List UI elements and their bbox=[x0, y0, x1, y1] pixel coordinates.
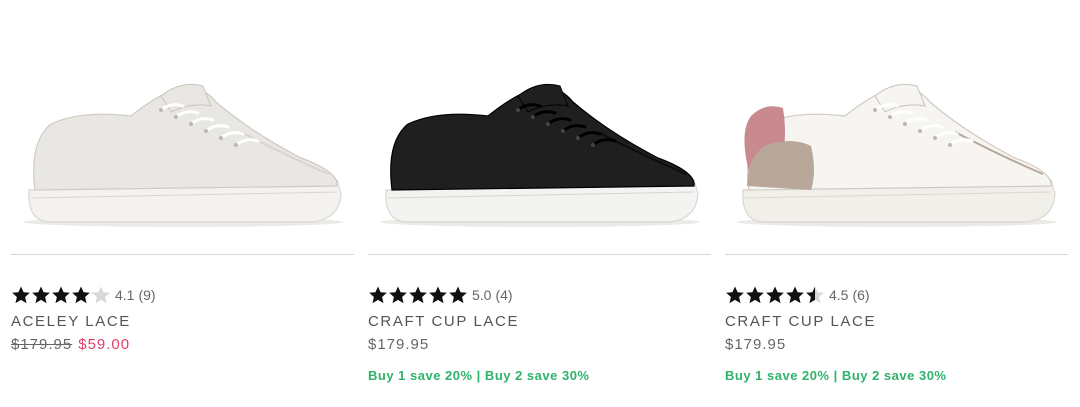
star-rating bbox=[368, 284, 468, 306]
product-image[interactable] bbox=[725, 62, 1068, 242]
product-card[interactable]: 4.1 (9) ACELEY LACE $179.95 $59.00 bbox=[11, 0, 354, 407]
rating-value: 4.5 bbox=[829, 287, 849, 303]
star-icon bbox=[449, 286, 467, 304]
sale-price: $59.00 bbox=[78, 336, 131, 353]
star-icon bbox=[32, 286, 50, 304]
original-price: $179.95 bbox=[11, 336, 73, 353]
star-rating bbox=[725, 284, 825, 306]
product-name[interactable]: ACELEY LACE bbox=[11, 313, 131, 330]
sneaker-illustration bbox=[380, 83, 700, 227]
price-row: $179.95 bbox=[725, 336, 786, 353]
product-image[interactable] bbox=[11, 62, 354, 242]
rating-value: 5.0 bbox=[472, 287, 492, 303]
price-row: $179.95 $59.00 bbox=[11, 336, 130, 353]
rating-row[interactable]: 5.0 (4) bbox=[368, 284, 513, 306]
rating-value: 4.1 bbox=[115, 287, 135, 303]
review-count: (9) bbox=[138, 287, 156, 303]
sneaker-illustration bbox=[23, 83, 343, 227]
price-row: $179.95 bbox=[368, 336, 429, 353]
rating-row[interactable]: 4.5 (6) bbox=[725, 284, 870, 306]
star-icon bbox=[746, 286, 764, 304]
star-icon bbox=[369, 286, 387, 304]
sneaker-illustration bbox=[737, 83, 1057, 227]
price: $179.95 bbox=[725, 336, 787, 353]
star-icon bbox=[12, 286, 30, 304]
star-icon bbox=[52, 286, 70, 304]
review-count: (4) bbox=[495, 287, 513, 303]
promo-text: Buy 1 save 20% | Buy 2 save 30% bbox=[368, 368, 590, 383]
star-icon bbox=[389, 286, 407, 304]
product-name[interactable]: CRAFT CUP LACE bbox=[725, 313, 876, 330]
review-count: (6) bbox=[852, 287, 870, 303]
star-icon bbox=[766, 286, 784, 304]
product-grid: 4.1 (9) ACELEY LACE $179.95 $59.00 5.0 (… bbox=[0, 0, 1080, 407]
star-icon bbox=[726, 286, 744, 304]
price: $179.95 bbox=[368, 336, 430, 353]
rating-row[interactable]: 4.1 (9) bbox=[11, 284, 156, 306]
star-icon bbox=[429, 286, 447, 304]
card-divider bbox=[11, 254, 354, 255]
card-divider bbox=[368, 254, 711, 255]
product-card[interactable]: 5.0 (4) CRAFT CUP LACE $179.95 Buy 1 sav… bbox=[368, 0, 711, 407]
product-image[interactable] bbox=[368, 62, 711, 242]
product-card[interactable]: 4.5 (6) CRAFT CUP LACE $179.95 Buy 1 sav… bbox=[725, 0, 1068, 407]
star-rating bbox=[11, 284, 111, 306]
promo-text: Buy 1 save 20% | Buy 2 save 30% bbox=[725, 368, 947, 383]
product-name[interactable]: CRAFT CUP LACE bbox=[368, 313, 519, 330]
star-empty-icon bbox=[92, 286, 110, 304]
card-divider bbox=[725, 254, 1068, 255]
star-icon bbox=[72, 286, 90, 304]
star-icon bbox=[786, 286, 804, 304]
star-icon bbox=[409, 286, 427, 304]
